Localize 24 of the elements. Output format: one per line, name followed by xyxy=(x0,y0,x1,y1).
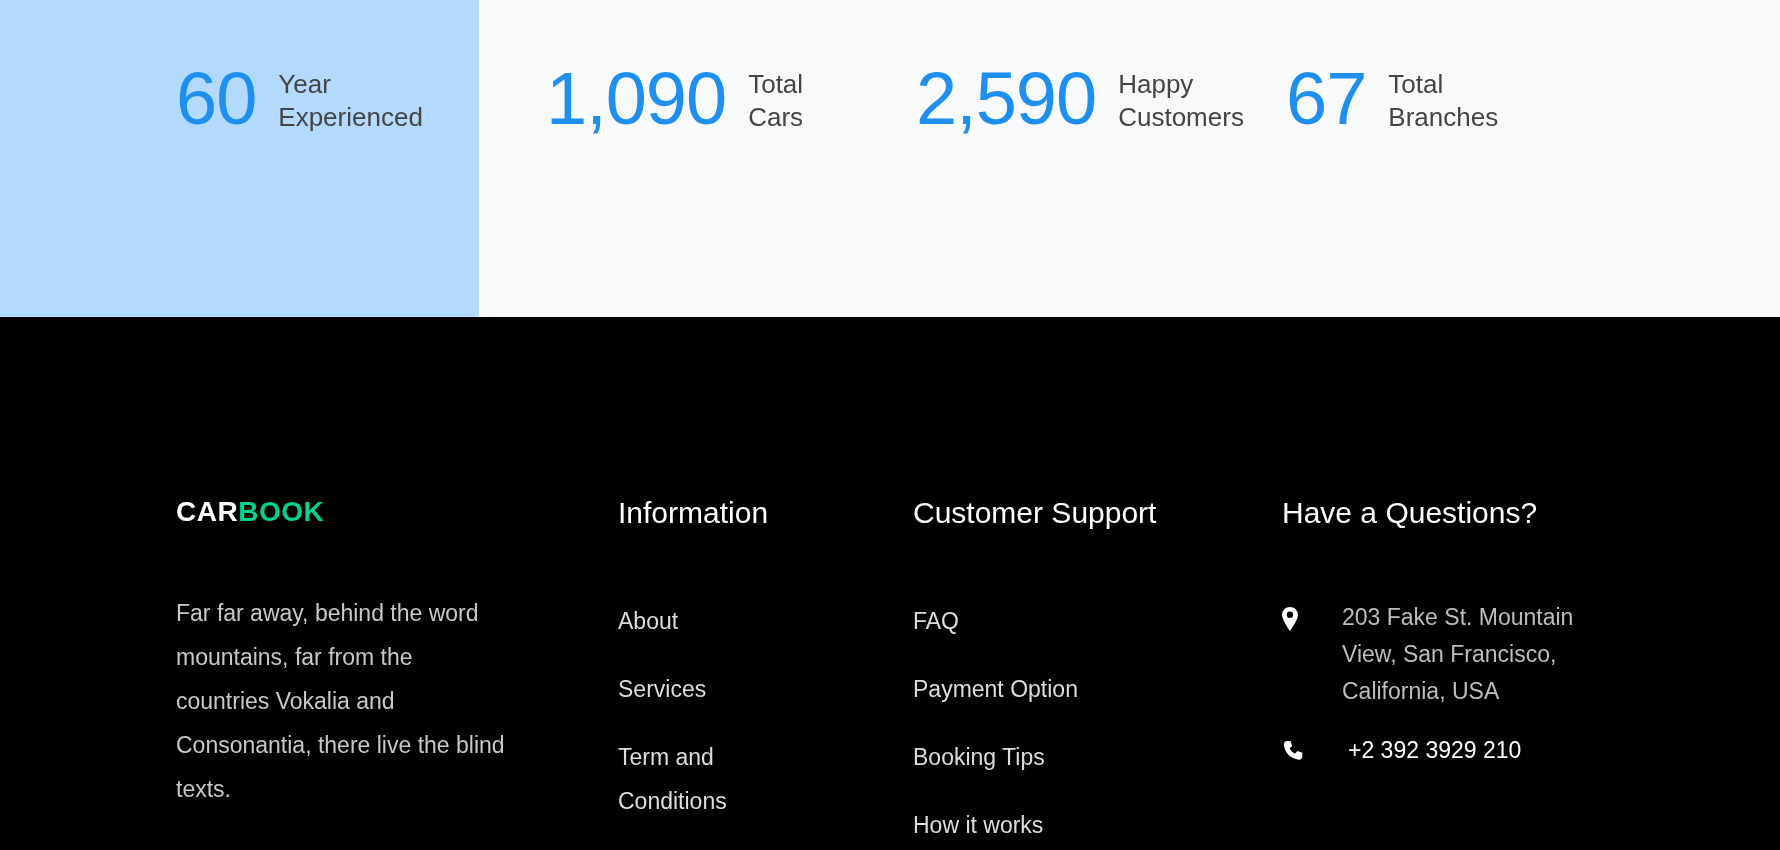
map-pin-icon xyxy=(1282,607,1298,631)
footer-link[interactable]: FAQ xyxy=(913,599,959,643)
footer-link[interactable]: Term and Conditions xyxy=(618,735,768,823)
column-heading: Have a Questions? xyxy=(1282,495,1539,531)
footer-link[interactable]: Booking Tips xyxy=(913,735,1045,779)
phone-icon xyxy=(1282,740,1304,762)
stat-number: 2,590 xyxy=(916,62,1097,136)
stat-number: 1,090 xyxy=(546,62,727,136)
footer-link[interactable]: Payment Option xyxy=(913,667,1078,711)
footer-link[interactable]: Services xyxy=(618,667,768,711)
logo[interactable]: CARBOOK xyxy=(176,495,618,529)
address-text: 203 Fake St. Mountain View, San Francisco, California, USA xyxy=(1342,603,1575,706)
stat-label: Happy Customers xyxy=(1118,68,1244,134)
stat-number: 67 xyxy=(1286,62,1367,136)
footer-link[interactable]: How it works xyxy=(913,803,1044,847)
stat-number: 60 xyxy=(176,62,257,136)
column-heading: Customer Support xyxy=(913,495,1158,531)
stat-label: Total Cars xyxy=(748,68,804,134)
footer-link[interactable]: About xyxy=(618,599,768,643)
about-text: Far far away, behind the word mountains, far from the countries Vokalia and Consonantia, there live the blind texts. xyxy=(176,599,506,804)
stat-label: Year Experienced xyxy=(278,68,423,134)
column-heading: Information xyxy=(618,495,770,531)
stat-label: Total Branches xyxy=(1388,68,1499,134)
phone-number: +2 392 3929 210 xyxy=(1348,736,1523,765)
